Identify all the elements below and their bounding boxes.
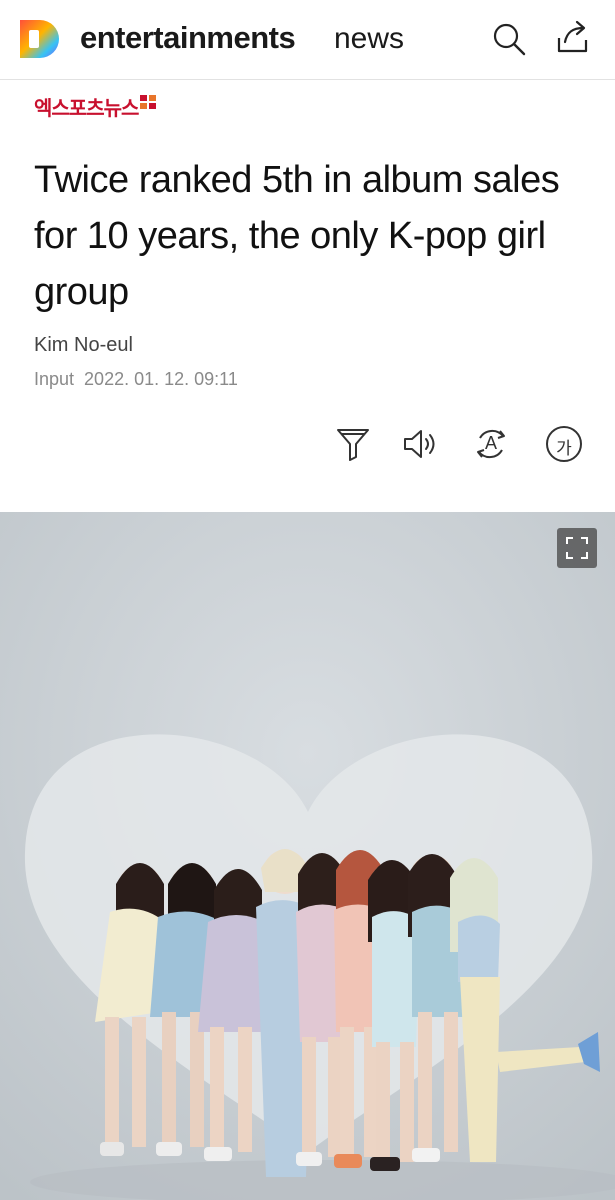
top-header: entertainments news	[0, 0, 615, 80]
share-icon[interactable]	[553, 18, 593, 58]
article-photo[interactable]	[0, 512, 615, 1200]
font-size-icon[interactable]: 가	[546, 426, 582, 462]
filter-icon[interactable]	[333, 424, 373, 464]
font-size-glyph: 가	[556, 439, 572, 459]
date-value: 2022. 01. 12. 09:11	[84, 369, 238, 389]
audio-icon[interactable]	[401, 424, 441, 464]
author-name[interactable]: Kim No-eul	[34, 334, 133, 357]
d-logo-icon[interactable]	[18, 18, 60, 60]
group-photo-image	[0, 512, 615, 1200]
publish-date: Input 2022. 01. 12. 09:11	[34, 369, 238, 390]
translate-icon[interactable]: A	[471, 424, 511, 464]
article-headline: Twice ranked 5th in album sales for 10 y…	[34, 159, 560, 313]
section-subtitle[interactable]: news	[334, 22, 404, 56]
translate-glyph: A	[484, 433, 497, 453]
press-name: 엑스포츠뉴스	[34, 96, 139, 120]
section-title[interactable]: entertainments	[80, 20, 296, 56]
press-mark-icon	[140, 95, 157, 109]
press-logo[interactable]: 엑스포츠뉴스	[34, 95, 157, 125]
search-icon[interactable]	[489, 18, 529, 58]
expand-icon[interactable]	[557, 528, 597, 568]
date-label: Input	[34, 369, 75, 389]
fullscreen-corners-icon	[566, 537, 588, 559]
